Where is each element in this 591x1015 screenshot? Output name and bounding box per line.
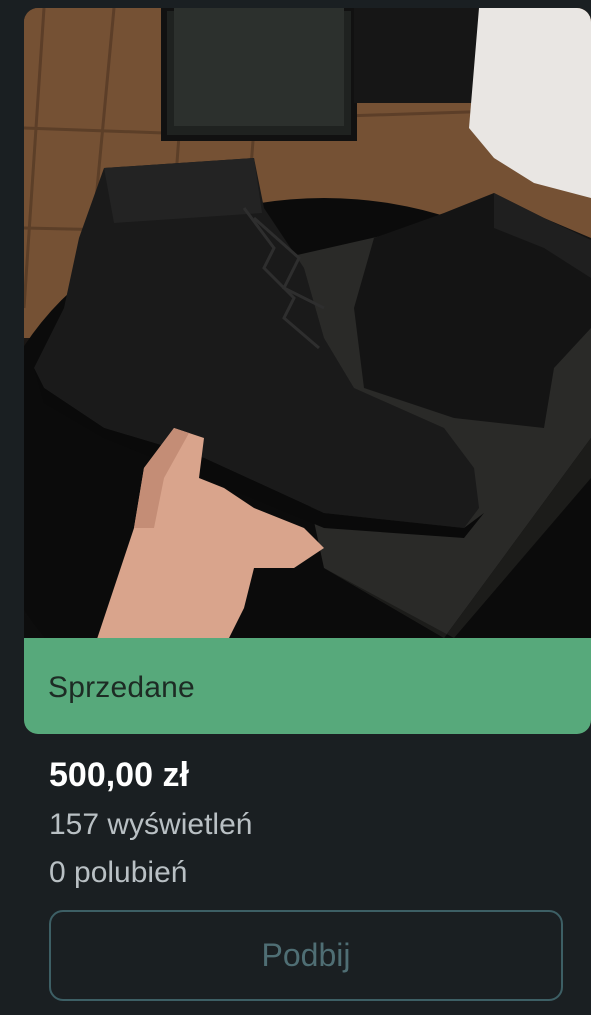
boost-button[interactable]: Podbij [49,910,563,1001]
likes-count: 0 polubień [49,856,188,889]
views-count: 157 wyświetleń [49,808,253,841]
sold-status-banner: Sprzedane [24,638,591,734]
status-label: Sprzedane [48,671,195,704]
listing-photo[interactable] [24,8,591,638]
item-price: 500,00 zł [49,756,189,794]
boots-illustration [24,8,591,638]
listing-card[interactable]: Sprzedane [24,8,591,734]
